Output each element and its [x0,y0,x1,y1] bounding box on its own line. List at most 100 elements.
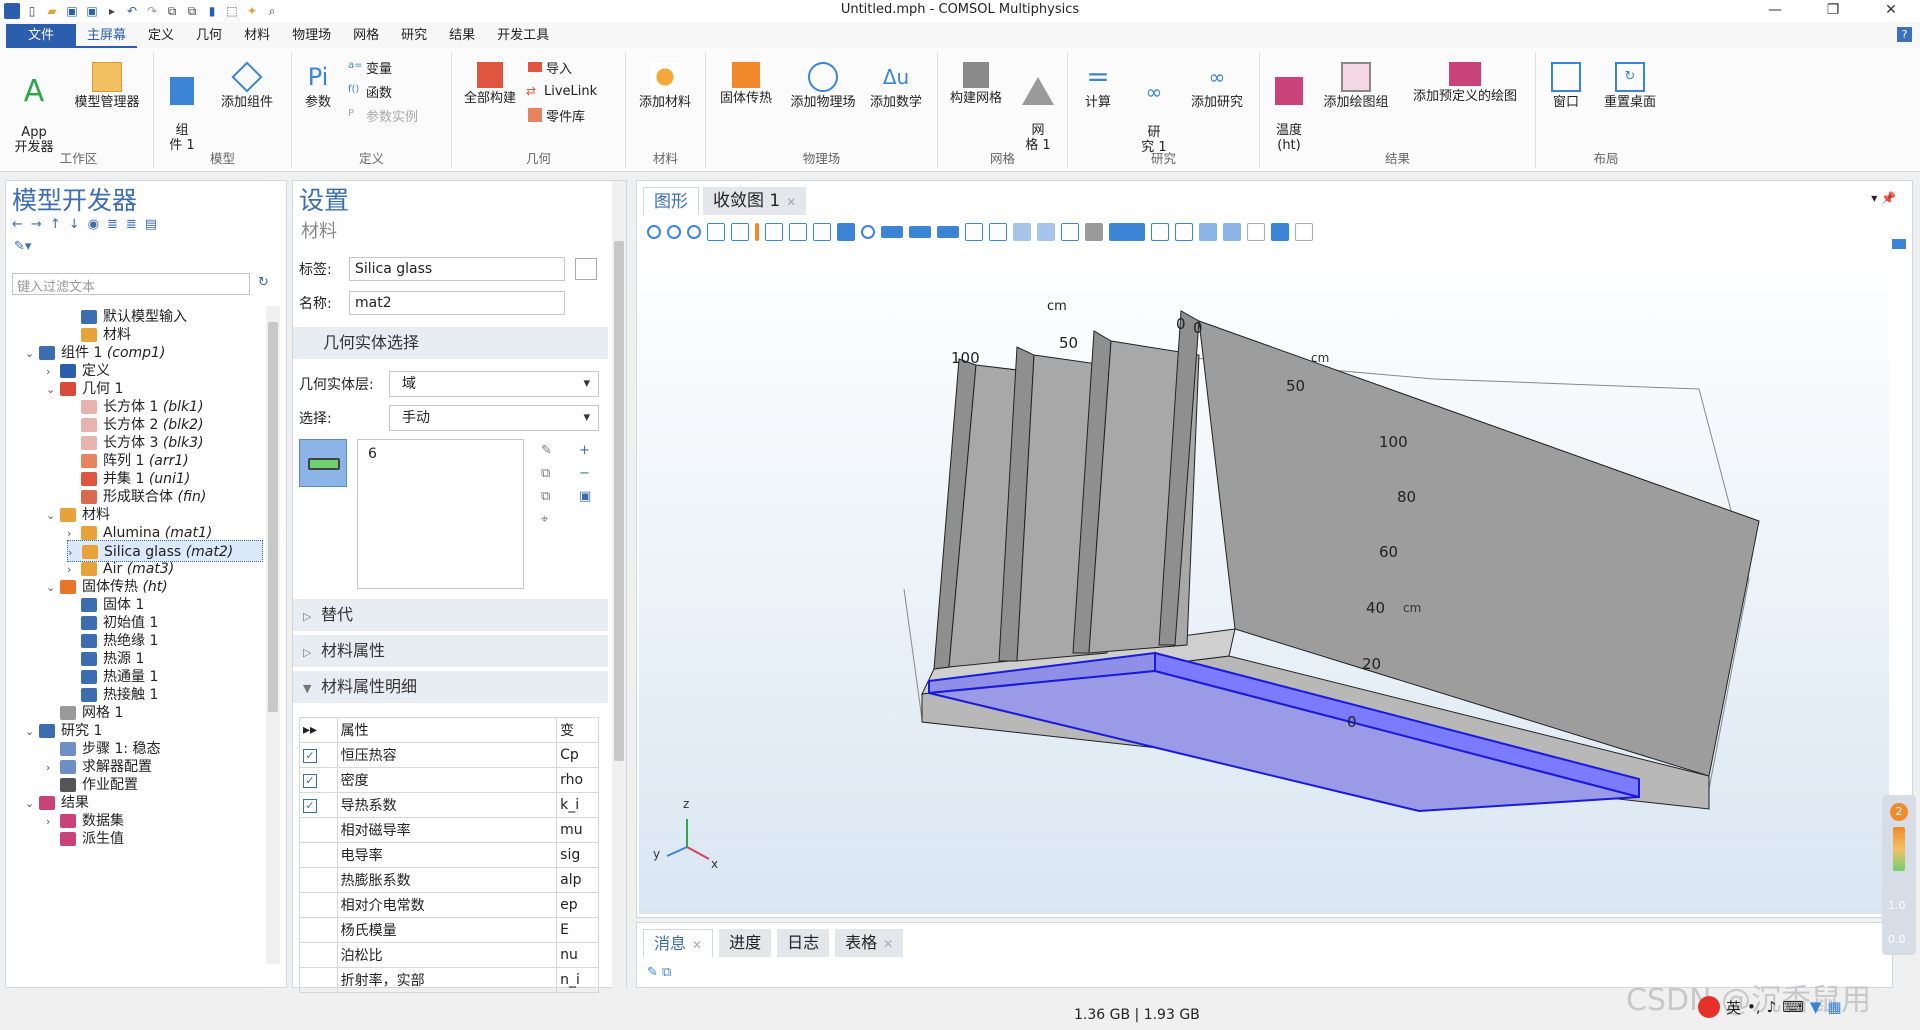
tab-convergence-plot[interactable]: 收敛图 1 ✕ [703,187,807,215]
chevron-down-icon[interactable]: ⌄ [46,379,60,401]
ime-language[interactable]: 英 [1726,997,1741,1018]
geometric-entity-section[interactable]: 几何实体选择 [293,327,608,359]
panel-menu-icon[interactable]: ▾ 📌 [1871,191,1896,205]
tree-scrollbar-thumb[interactable] [268,322,278,712]
menu-home[interactable]: 主屏幕 [76,24,138,48]
save-icon[interactable]: ▣ [64,3,80,19]
image-snapshot-icon[interactable] [1271,223,1289,241]
row-checkbox-cell[interactable] [299,917,338,943]
tab-graphics[interactable]: 图形 [643,187,699,215]
component-button[interactable]: 组 件 1 [164,62,200,153]
row-checkbox-cell[interactable] [299,967,338,993]
override-section[interactable]: ▷ 替代 [293,599,608,631]
temperature-plot-button[interactable]: 温度 (ht) [1266,62,1312,153]
row-checkbox-cell[interactable] [299,867,338,893]
select-icon[interactable]: ⬚ [224,3,240,19]
zoom-extents-icon[interactable] [707,223,725,241]
material-contents-section[interactable]: ▼ 材料属性明细 [293,671,608,703]
chevron-down-icon[interactable]: ⌄ [25,721,39,743]
filter-input[interactable]: 键入过滤文本 [12,273,250,295]
mesh-icon[interactable] [1199,223,1217,241]
scene-light-icon[interactable] [1085,223,1103,241]
file-menu[interactable]: 文件 [6,24,77,48]
settings-scrollbar[interactable] [612,181,626,989]
undo-icon[interactable]: ↶ [124,3,140,19]
variables-button[interactable]: a= 变量 [348,58,392,77]
table-row[interactable]: 相对介电常数 ep [299,892,599,918]
expand-all-icon[interactable]: ≣ [107,217,118,232]
livelink-button[interactable]: ⇄ LiveLink [526,82,597,100]
table-row[interactable]: 杨氏模量 E [299,917,599,943]
transparency-icon[interactable] [989,223,1007,241]
help-button[interactable]: ? [1897,27,1912,42]
import-button[interactable]: 导入 [528,58,572,77]
ime-keyboard-icon[interactable]: ⌨ [1782,998,1804,1016]
build-all-button[interactable]: 全部构建 [458,62,522,106]
restore-icon[interactable]: ❐ [1804,0,1862,22]
paste-icon[interactable]: ⧉ [184,3,200,19]
build-mesh-button[interactable]: 构建网格 [944,62,1008,106]
heat-transfer-button[interactable]: 固体传热 [714,62,778,106]
row-checkbox-cell[interactable] [299,942,338,968]
close-icon[interactable]: ✕ [1862,0,1920,22]
new-file-icon[interactable]: ▯ [24,3,40,19]
checkbox-checked-icon[interactable]: ✓ [303,749,317,763]
chevron-down-icon[interactable]: ⌄ [25,343,39,365]
windows-button[interactable]: 窗口 [1544,62,1588,110]
selection-select[interactable]: 手动 [389,405,599,431]
run-icon[interactable]: ▸ [104,3,120,19]
chevron-down-icon[interactable]: ⌄ [46,577,60,599]
clear-icon[interactable]: ▣ [579,489,591,504]
table-row[interactable]: ✓ 密度 rho [299,767,599,793]
tab-progress[interactable]: 进度 [719,929,772,957]
save-as-icon[interactable]: ▣ [84,3,100,19]
geometry-canvas[interactable] [639,249,1889,914]
part-libraries-button[interactable]: 零件库 [528,106,585,125]
open-file-icon[interactable]: ▰ [44,3,60,19]
plot-icon[interactable] [1223,223,1241,241]
ime-shirt-icon[interactable]: ▼ [1810,998,1822,1016]
tree-scrollbar[interactable] [266,306,280,964]
tree-item[interactable]: 派生值 [46,828,263,850]
clip-icon[interactable] [1037,223,1055,241]
close-tab-icon[interactable]: ✕ [883,937,893,951]
menu-results[interactable]: 结果 [438,24,486,48]
xy-view-icon[interactable] [765,223,783,241]
graphics-side-icon[interactable] [1892,239,1906,249]
table-row[interactable]: 电导率 sig [299,842,599,868]
zoom-selection-icon[interactable]: ⌖ [541,512,552,527]
material-properties-section[interactable]: ▷ 材料属性 [293,635,608,667]
label-field[interactable]: Silica glass [349,257,565,281]
tab-table[interactable]: 表格 ✕ [835,929,904,957]
table-row[interactable]: 折射率，实部 n_i [299,967,599,993]
tree-options-icon[interactable]: ▤ [145,217,157,232]
add-study-button[interactable]: ∞ 添加研究 [1184,62,1250,110]
selection-entry[interactable]: 6 [368,446,377,462]
ime-grid-icon[interactable]: ▦ [1827,998,1841,1016]
pin-icon[interactable]: ✎▾ [14,239,31,254]
forward-arrow-icon[interactable]: → [31,217,42,232]
study-1-button[interactable]: ∞ 研 究 1 [1134,62,1174,155]
checkbox-checked-icon[interactable]: ✓ [303,774,317,788]
add-component-button[interactable]: 添加组件 [212,61,282,110]
settings-scrollbar-thumb[interactable] [614,241,624,761]
chevron-down-icon[interactable]: ⌄ [46,505,60,527]
app-developer-button[interactable]: A App 开发器 [12,62,56,156]
paste-selection-icon[interactable]: ⧉ [541,489,552,504]
minimize-icon[interactable]: — [1746,0,1804,22]
expand-column[interactable]: ▸▸ [299,717,338,743]
table-row[interactable]: 相对磁导率 mu [299,817,599,843]
zoom-box-icon[interactable] [687,225,701,239]
link-icon[interactable] [1013,223,1031,241]
row-checkbox-cell[interactable]: ✓ [299,742,338,768]
compute-button[interactable]: = 计算 [1078,62,1118,111]
model-manager-button[interactable]: 模型管理器 [66,62,148,110]
go-to-view-icon[interactable] [837,223,855,241]
yz-view-icon[interactable] [789,223,807,241]
menu-materials[interactable]: 材料 [233,24,281,48]
menu-developer[interactable]: 开发工具 [486,24,560,48]
add-icon[interactable]: + [579,443,591,458]
checkbox-checked-icon[interactable]: ✓ [303,799,317,813]
ime-punctuation-icon[interactable]: •, [1747,998,1761,1016]
functions-button[interactable]: f() 函数 [348,82,392,101]
